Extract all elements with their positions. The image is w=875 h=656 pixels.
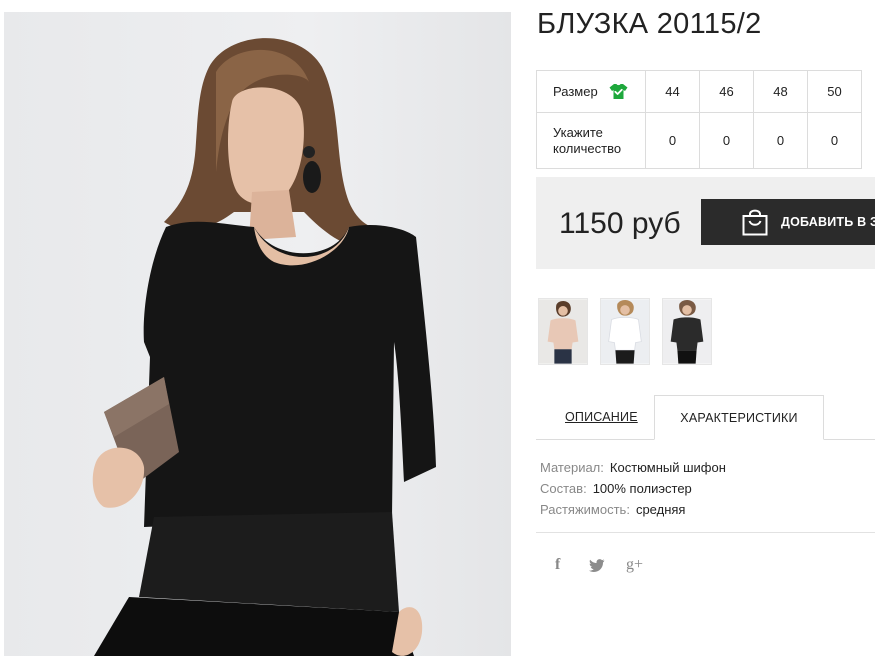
- shirt-check-icon: [609, 84, 628, 99]
- quantity-label: Укажите количество: [536, 112, 646, 169]
- size-44[interactable]: 44: [645, 70, 700, 113]
- google-plus-icon[interactable]: g+: [626, 556, 643, 574]
- model-illustration: [92, 38, 436, 656]
- thumbnail-black-image: [663, 299, 711, 364]
- product-title: БЛУЗКА 20115/2: [537, 8, 762, 40]
- size-label-cell: Размер: [536, 70, 646, 113]
- characteristic-value: 100% полиэстер: [592, 481, 692, 496]
- add-to-cart-label: ДОБАВИТЬ В ЗА: [781, 215, 875, 229]
- quantity-input-46[interactable]: 0: [699, 112, 754, 169]
- price: 1150 руб: [559, 207, 681, 240]
- characteristic-value: средняя: [635, 502, 686, 517]
- size-48[interactable]: 48: [753, 70, 808, 113]
- quantity-input-44[interactable]: 0: [645, 112, 700, 169]
- product-main-photo[interactable]: [4, 12, 511, 656]
- characteristic-key: Состав:: [540, 481, 587, 496]
- size-quantity-table: Размер 44 46 48 50 Укажите количество 0 …: [536, 70, 862, 169]
- quantity-input-50[interactable]: 0: [807, 112, 862, 169]
- characteristic-key: Материал:: [540, 460, 604, 475]
- characteristics-list: Материал: Костюмный шифон Состав: 100% пол…: [540, 457, 726, 520]
- thumbnail-white[interactable]: [600, 298, 650, 365]
- twitter-icon[interactable]: [589, 559, 605, 572]
- size-50[interactable]: 50: [807, 70, 862, 113]
- tab-characteristics[interactable]: ХАРАКТЕРИСТИКИ: [654, 395, 824, 440]
- thumbnail-white-image: [601, 299, 649, 364]
- characteristic-key: Растяжимость:: [540, 502, 630, 517]
- size-label: Размер: [553, 84, 598, 99]
- thumbnail-beige-image: [539, 299, 587, 364]
- shopping-bag-icon: [742, 209, 768, 236]
- thumbnail-beige[interactable]: [538, 298, 588, 365]
- size-46[interactable]: 46: [699, 70, 754, 113]
- facebook-icon[interactable]: f: [555, 556, 560, 574]
- quantity-label-line2: количество: [553, 140, 622, 156]
- characteristic-row: Растяжимость: средняя: [540, 499, 726, 520]
- price-panel: 1150 руб ДОБАВИТЬ В ЗА: [536, 177, 875, 269]
- thumbnail-black[interactable]: [662, 298, 712, 365]
- quantity-row: Укажите количество 0 0 0 0: [536, 112, 862, 169]
- tab-description[interactable]: ОПИСАНИЕ: [565, 410, 638, 424]
- size-row: Размер 44 46 48 50: [536, 70, 862, 113]
- characteristic-value: Костюмный шифон: [609, 460, 726, 475]
- characteristic-row: Состав: 100% полиэстер: [540, 478, 726, 499]
- quantity-input-48[interactable]: 0: [753, 112, 808, 169]
- quantity-label-line1: Укажите: [553, 124, 603, 140]
- content-divider: [536, 532, 875, 533]
- characteristic-row: Материал: Костюмный шифон: [540, 457, 726, 478]
- add-to-cart-button[interactable]: ДОБАВИТЬ В ЗА: [701, 199, 875, 245]
